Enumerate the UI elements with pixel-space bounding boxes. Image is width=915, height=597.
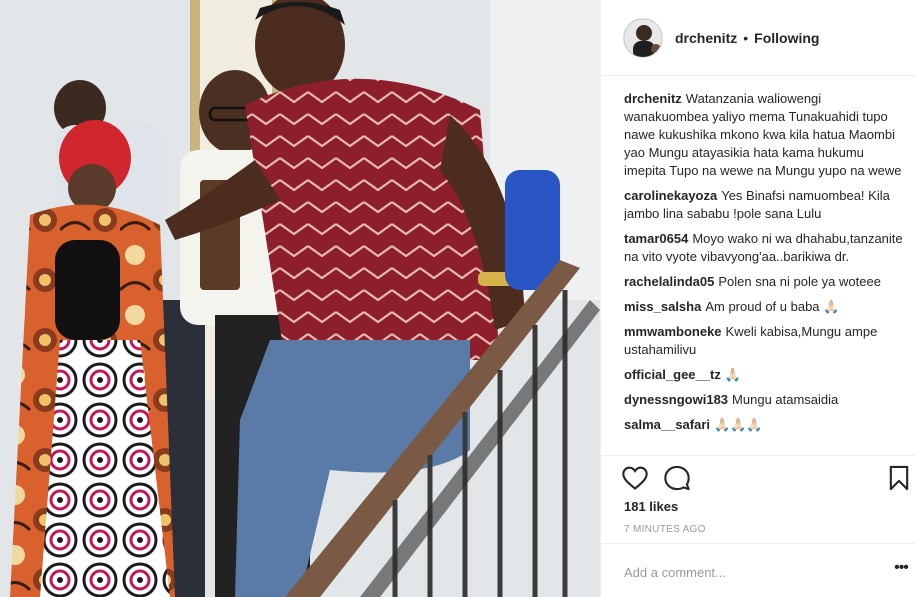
comment-username[interactable]: dynessngowi183 (624, 392, 728, 407)
comment-text: 🙏🏻🙏🏻🙏🏻 (714, 417, 763, 432)
comment-username[interactable]: tamar0654 (624, 231, 688, 246)
avatar-image (624, 18, 662, 57)
comment-item: official_gee__tz 🙏🏻 (624, 366, 908, 384)
likes-count[interactable]: 181 likes (624, 499, 678, 514)
comment-username[interactable]: mmwamboneke (624, 324, 722, 339)
comment-icon-graphic (664, 465, 690, 491)
comment-text: 🙏🏻 (724, 367, 742, 382)
comment-input[interactable] (624, 561, 864, 583)
post-photo (0, 0, 600, 597)
author-username[interactable]: drchenitz (675, 30, 737, 46)
comment-item: miss_salsha Am proud of u baba 🙏🏻 (624, 298, 908, 316)
caption: drchenitz Watanzania waliowengi wanakuomb… (624, 90, 908, 180)
bookmark-icon[interactable] (885, 464, 913, 492)
following-button[interactable]: Following (754, 30, 819, 46)
comments-list[interactable]: drchenitz Watanzania waliowengi wanakuomb… (624, 90, 908, 454)
post-timestamp: 7 MINUTES AGO (624, 524, 706, 535)
heart-icon[interactable] (621, 464, 649, 492)
caption-username[interactable]: drchenitz (624, 91, 682, 106)
comment-text: Am proud of u baba 🙏🏻 (705, 299, 840, 314)
comment-item: rachelalinda05 Polen sna ni pole ya wotee… (624, 273, 908, 291)
post-actions: 181 likes 7 MINUTES AGO (601, 455, 915, 555)
photo-illustration (0, 0, 600, 597)
heart-icon-graphic (622, 466, 648, 490)
more-options-icon[interactable]: ••• (891, 560, 911, 582)
comment-item: tamar0654 Moyo wako ni wa dhahabu,tanzani… (624, 230, 908, 266)
add-comment-bar: ••• (601, 543, 915, 597)
comment-username[interactable]: miss_salsha (624, 299, 701, 314)
comment-item: carolinekayoza Yes Binafsi namuombea! Kil… (624, 187, 908, 223)
comment-username[interactable]: rachelalinda05 (624, 274, 714, 289)
comment-username[interactable]: carolinekayoza (624, 188, 717, 203)
comment-text: Mungu atamsaidia (732, 392, 839, 407)
post-header: drchenitz • Following (601, 0, 915, 76)
comment-item: mmwamboneke Kweli kabisa,Mungu ampe ustah… (624, 323, 908, 359)
bookmark-icon-graphic (889, 465, 909, 491)
comment-username[interactable]: official_gee__tz (624, 367, 721, 382)
author-avatar[interactable] (623, 17, 663, 58)
comment-item: salma__safari 🙏🏻🙏🏻🙏🏻 (624, 416, 908, 434)
comment-bubble-icon[interactable] (663, 464, 691, 492)
comment-text: Polen sna ni pole ya woteee (718, 274, 881, 289)
comment-item: dynessngowi183 Mungu atamsaidia (624, 391, 908, 409)
header-separator: • (743, 29, 749, 46)
post-side-panel: drchenitz • Following drchenitz Watanzani… (600, 0, 915, 597)
comment-username[interactable]: salma__safari (624, 417, 710, 432)
